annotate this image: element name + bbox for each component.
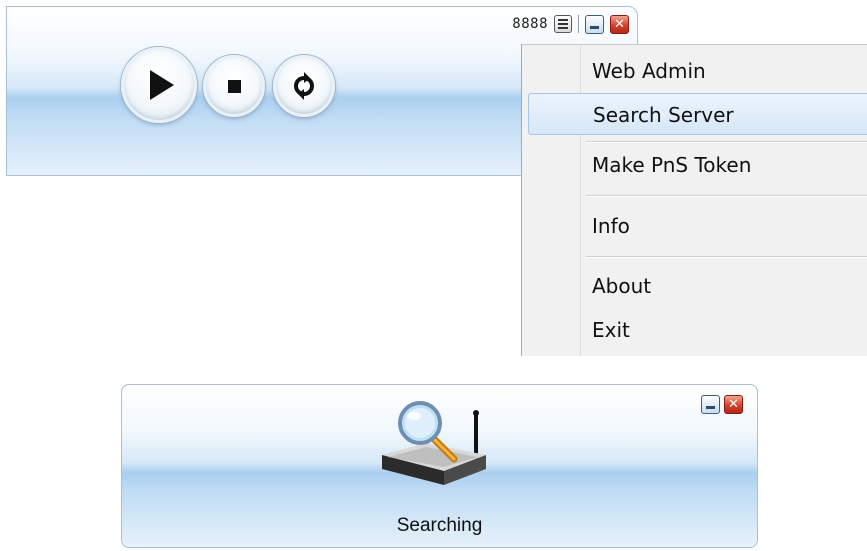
minimize-button[interactable]: [585, 14, 604, 34]
minimize-button[interactable]: [701, 395, 720, 414]
refresh-icon: [294, 72, 314, 100]
close-icon: ✕: [614, 16, 625, 32]
menu-separator: [586, 195, 867, 197]
menu-item-exit[interactable]: Exit: [592, 318, 630, 342]
status-label: Searching: [396, 515, 483, 536]
hamburger-menu-icon[interactable]: [554, 15, 572, 33]
context-menu: Web Admin Search Server Make PnS Token I…: [521, 44, 867, 356]
play-icon: [150, 70, 174, 100]
close-button[interactable]: ✕: [610, 14, 629, 34]
play-button[interactable]: [121, 47, 197, 123]
stop-icon: [227, 79, 241, 93]
close-icon: ✕: [728, 397, 739, 412]
menu-item-info[interactable]: Info: [592, 214, 630, 238]
port-number: 8888: [512, 16, 548, 32]
refresh-button[interactable]: [273, 55, 335, 117]
menu-gutter: [580, 45, 581, 356]
menu-separator: [586, 141, 867, 143]
menu-item-search-server[interactable]: Search Server: [528, 93, 867, 135]
router-magnifier-icon: [382, 401, 486, 485]
menu-item-about[interactable]: About: [592, 274, 651, 298]
minimize-icon: [706, 406, 715, 409]
searching-window: ✕ Searching: [121, 384, 758, 548]
menu-separator: [586, 256, 867, 258]
minimize-icon: [590, 25, 599, 29]
titlebar-divider: [578, 15, 579, 33]
player-titlebar: 8888 ✕: [512, 13, 629, 35]
stop-button[interactable]: [203, 55, 265, 117]
menu-item-make-pns-token[interactable]: Make PnS Token: [592, 153, 751, 177]
menu-item-web-admin[interactable]: Web Admin: [592, 59, 706, 83]
close-button[interactable]: ✕: [724, 395, 743, 414]
